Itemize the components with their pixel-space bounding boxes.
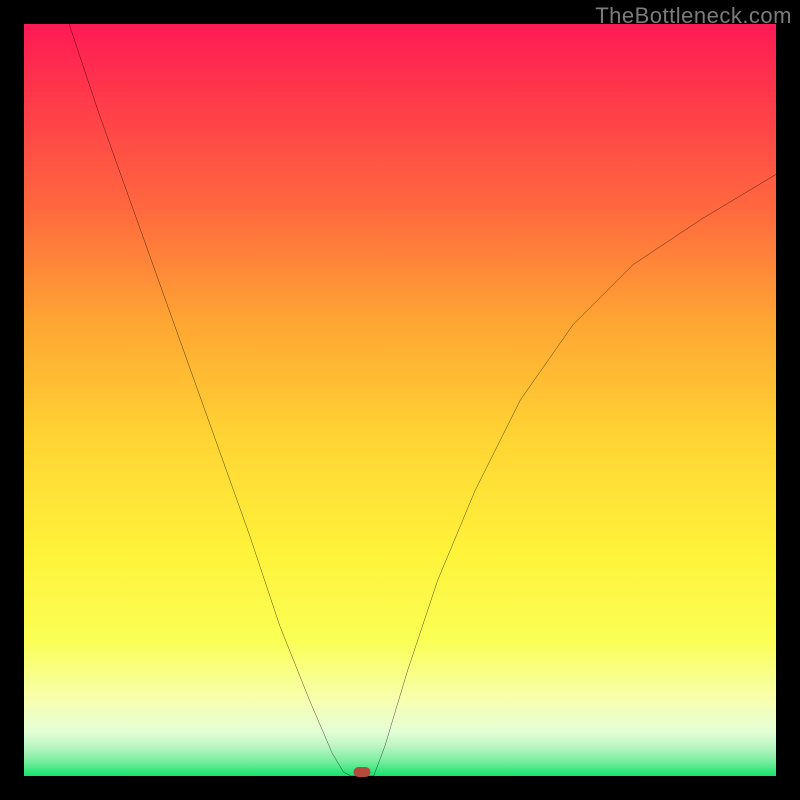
curve-left [69, 24, 351, 776]
curve-right [374, 174, 776, 776]
curve-layer [24, 24, 776, 776]
plot-area [22, 22, 778, 778]
minimum-marker [354, 767, 371, 777]
attribution-watermark: TheBottleneck.com [595, 3, 792, 29]
chart-container: TheBottleneck.com [0, 0, 800, 800]
